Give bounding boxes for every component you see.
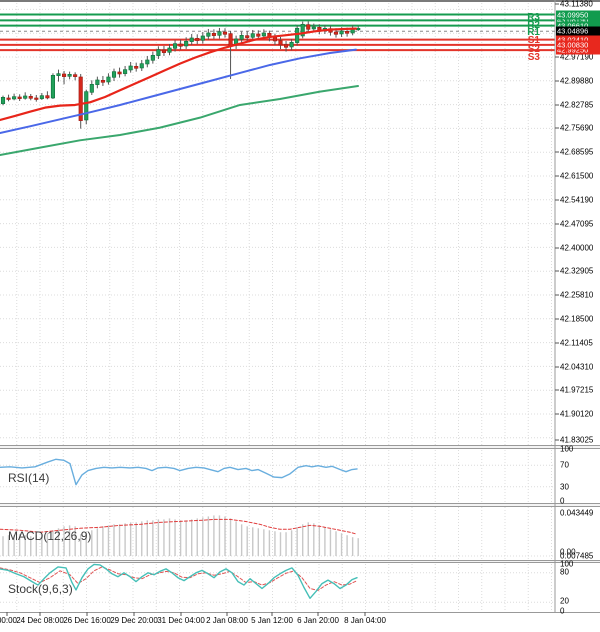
price-axis-label: 42.11405 <box>560 338 593 348</box>
rsi-scale-label: 70 <box>560 460 569 470</box>
trading-chart-window: 43.11380 42.97190 42.89880 42.82785 42.75690… <box>0 0 600 632</box>
macd-scale-label: 0.043449 <box>560 508 594 518</box>
price-axis-label: 41.90120 <box>560 409 594 419</box>
price-axis-label: 42.61500 <box>560 171 594 181</box>
time-axis-label: 2 Jan 08:00 <box>206 616 248 625</box>
price-axis-label: 42.75690 <box>560 123 594 133</box>
price-axis-label: 42.68595 <box>560 147 594 157</box>
stoch-scale-label: 20 <box>560 596 569 606</box>
price-axis-label: 41.97215 <box>560 385 594 395</box>
pivot-label-S3: S3 <box>527 52 540 63</box>
time-axis-label: 29 Dec 20:00 <box>110 616 158 625</box>
price-axis-label: 42.32905 <box>560 266 594 276</box>
rsi-panel-area[interactable] <box>0 449 555 503</box>
macd-indicator-label: MACD(12,26,9) <box>8 529 92 543</box>
price-axis-label: 42.40000 <box>560 243 594 253</box>
price-axis-label: 42.18500 <box>560 314 594 324</box>
price-axis-label: 42.82785 <box>560 100 594 110</box>
time-axis-label: 6 Jan 20:00 <box>297 616 339 625</box>
time-axis-label: 26 Dec 16:00 <box>63 616 111 625</box>
time-axis-label: 8 Jan 04:00 <box>344 616 386 625</box>
price-axis-label: 42.25810 <box>560 290 594 300</box>
main-chart-area[interactable] <box>0 0 555 445</box>
stoch-scale-label: 0 <box>560 606 565 616</box>
price-axis-area[interactable] <box>555 0 600 612</box>
rsi-scale-label: 100 <box>560 444 574 454</box>
price-axis-label: 41.83025 <box>560 435 594 445</box>
price-axis-label: 43.11380 <box>560 0 593 9</box>
rsi-scale-label: 0 <box>560 496 565 506</box>
rsi-indicator-label: RSI(14) <box>8 471 50 485</box>
price-axis-label: 42.89880 <box>560 76 594 86</box>
price-badge: 43.09950 <box>556 10 600 19</box>
rsi-scale-label: 30 <box>560 482 569 492</box>
price-badge: 43.04896 <box>556 26 600 36</box>
time-axis-label: 5 Jan 12:00 <box>251 616 293 625</box>
time-axis-label: 31 Dec 04:00 <box>157 616 205 625</box>
stoch-scale-label: 80 <box>560 567 569 577</box>
time-axis-label: 00:00 <box>0 616 18 625</box>
stoch-panel-area[interactable] <box>0 563 555 612</box>
time-axis-label: 24 Dec 08:00 <box>16 616 64 625</box>
price-axis-label: 42.04310 <box>560 362 594 372</box>
price-axis-label: 42.47095 <box>560 219 594 229</box>
price-badge: 43.00830 <box>556 40 600 50</box>
stoch-indicator-label: Stock(9,6,3) <box>8 582 73 596</box>
price-axis-label: 42.54190 <box>560 195 594 205</box>
